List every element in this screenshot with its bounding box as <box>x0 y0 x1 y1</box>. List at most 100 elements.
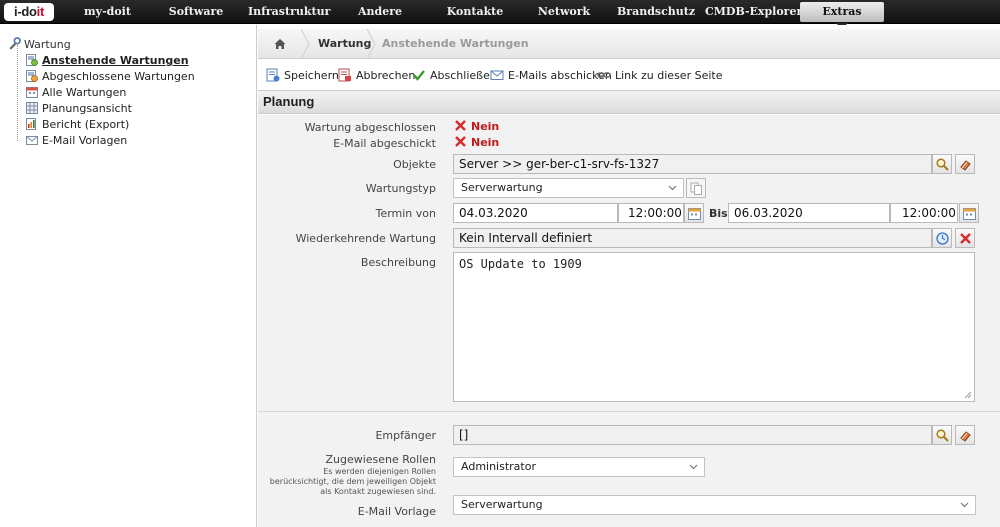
recurring-field[interactable]: Kein Intervall definiert <box>453 228 932 248</box>
clock-icon <box>936 232 949 245</box>
page-link-button[interactable]: Link zu dieser Seite <box>597 68 722 84</box>
breadcrumb-wartung[interactable]: Wartung <box>318 29 371 59</box>
type-select[interactable]: Serverwartung <box>453 178 684 198</box>
sidebar-item-alle-wartungen[interactable]: Alle Wartungen <box>26 86 126 100</box>
nav-software[interactable]: Software <box>160 0 232 24</box>
save-label: Speichern <box>284 69 339 82</box>
mail-icon <box>26 136 38 145</box>
clear-recipients-button[interactable] <box>955 425 975 445</box>
breadcrumb: Wartung Anstehende Wartungen <box>258 29 1000 59</box>
save-button[interactable]: Speichern <box>266 68 339 84</box>
nav-cmdb-explorer[interactable]: CMDB-Explorer <box>705 0 802 24</box>
mail-template-select[interactable]: Serverwartung <box>453 495 976 515</box>
form-divider <box>258 411 1000 412</box>
main-content: Wartung Anstehende Wartungen Speichern A… <box>258 25 1000 527</box>
tree-connector <box>17 45 18 141</box>
completed-label: Wartung abgeschlossen <box>304 121 436 134</box>
magnifier-icon <box>936 429 949 442</box>
mail-sent-label: E-Mail abgeschickt <box>333 137 436 150</box>
objects-field[interactable]: Server >> ger-ber-c1-srv-fs-1327 <box>453 154 932 174</box>
save-icon <box>266 68 280 82</box>
term-to-date-input[interactable]: 06.03.2020 <box>728 203 890 223</box>
mail-send-icon <box>490 70 504 80</box>
to-calendar-button[interactable] <box>959 203 979 223</box>
nav-andere[interactable]: Andere <box>350 0 410 24</box>
complete-button[interactable]: Abschließen <box>412 68 497 84</box>
red-x-icon <box>455 120 466 131</box>
sidebar-item-abgeschlossene-wartungen[interactable]: Abgeschlossene Wartungen <box>26 70 195 84</box>
breadcrumb-anstehende-wartungen: Anstehende Wartungen <box>382 37 529 50</box>
section-title: Planung <box>258 90 1000 114</box>
search-recipients-button[interactable] <box>932 425 952 445</box>
clear-objects-button[interactable] <box>955 154 975 174</box>
magnifier-icon <box>936 158 949 171</box>
sidebar-item-label: Abgeschlossene Wartungen <box>42 70 195 83</box>
term-label: Termin von <box>375 207 436 220</box>
list-check-icon <box>26 70 38 82</box>
i-doit-logo[interactable]: i-doit <box>4 3 54 21</box>
breadcrumb-separator-icon <box>366 29 376 59</box>
top-navigation: i-doit my-doit Software Infrastruktur An… <box>0 0 1000 29</box>
sidebar-tree: Wartung Anstehende Wartungen Abgeschloss… <box>0 25 257 527</box>
completed-value: Nein <box>471 120 500 133</box>
sidebar-item-planungsansicht[interactable]: Planungsansicht <box>26 102 132 116</box>
nav-my-doit[interactable]: my-doit <box>70 0 145 24</box>
term-to-time-input[interactable]: 12:00:00 <box>890 203 958 223</box>
calendar-icon <box>963 208 976 220</box>
term-to-label: Bis <box>709 207 728 220</box>
mail-sent-status: Nein <box>455 136 499 150</box>
from-calendar-button[interactable] <box>684 203 704 223</box>
logo-text-accent: it <box>36 4 45 19</box>
tree-root-label: Wartung <box>24 38 71 51</box>
send-emails-button[interactable]: E-Mails abschicken <box>490 68 612 84</box>
chevron-down-icon <box>960 502 969 508</box>
recurring-interval-button[interactable] <box>932 228 952 248</box>
nav-extras[interactable]: Extras <box>800 2 884 22</box>
roles-hint: Es werden diejenigen Rollen berücksichti… <box>269 467 436 496</box>
mail-template-label: E-Mail Vorlage <box>357 505 436 518</box>
breadcrumb-separator-icon <box>300 29 310 59</box>
sidebar-item-label: E-Mail Vorlagen <box>42 134 128 147</box>
page-link-label: Link zu dieser Seite <box>615 69 723 82</box>
sidebar-item-email-vorlagen[interactable]: E-Mail Vorlagen <box>26 134 127 148</box>
calendar-icon <box>688 208 701 220</box>
term-from-time-input[interactable]: 12:00:00 <box>618 203 684 223</box>
type-select-value: Serverwartung <box>461 181 543 194</box>
eraser-icon <box>960 431 971 442</box>
planning-form: Wartung abgeschlossen Nein E-Mail abgesc… <box>258 115 1000 527</box>
action-toolbar: Speichern Abbrechen Abschließen E-Mails … <box>258 60 1000 90</box>
nav-network[interactable]: Network <box>533 0 595 24</box>
sidebar-item-label: Alle Wartungen <box>42 86 127 99</box>
roles-select-value: Administrator <box>461 460 536 473</box>
resize-handle-icon[interactable] <box>964 391 972 399</box>
mail-sent-value: Nein <box>471 136 500 149</box>
type-label: Wartungstyp <box>365 182 436 195</box>
sidebar-item-bericht-export[interactable]: Bericht (Export) <box>26 118 129 132</box>
recipients-field[interactable]: [] <box>453 425 932 445</box>
cancel-label: Abbrechen <box>356 69 416 82</box>
cancel-button[interactable]: Abbrechen <box>338 68 415 84</box>
recurring-clear-button[interactable] <box>955 228 975 248</box>
calendar-icon <box>26 87 38 98</box>
table-icon <box>26 102 38 114</box>
description-label: Beschreibung <box>360 256 436 269</box>
wrench-icon <box>9 37 21 50</box>
copy-icon <box>690 182 702 195</box>
logo-text: i-do <box>14 4 37 19</box>
list-clock-icon <box>26 54 38 66</box>
mail-template-select-value: Serverwartung <box>461 498 543 511</box>
roles-select[interactable]: Administrator <box>453 457 705 477</box>
nav-kontakte[interactable]: Kontakte <box>440 0 510 24</box>
search-objects-button[interactable] <box>932 154 952 174</box>
sidebar-item-label: Bericht (Export) <box>42 118 130 131</box>
term-from-date-input[interactable]: 04.03.2020 <box>453 203 618 223</box>
home-icon[interactable] <box>274 38 286 50</box>
red-x-icon <box>455 136 466 147</box>
sidebar-item-label: Anstehende Wartungen <box>42 54 189 67</box>
nav-brandschutz[interactable]: Brandschutz <box>617 0 695 24</box>
nav-infrastruktur[interactable]: Infrastruktur <box>248 0 330 24</box>
chain-link-icon <box>597 72 611 78</box>
type-edit-button[interactable] <box>686 178 706 198</box>
sidebar-item-anstehende-wartungen[interactable]: Anstehende Wartungen <box>26 54 189 68</box>
description-textarea[interactable]: OS Update to 1909 <box>453 252 975 402</box>
